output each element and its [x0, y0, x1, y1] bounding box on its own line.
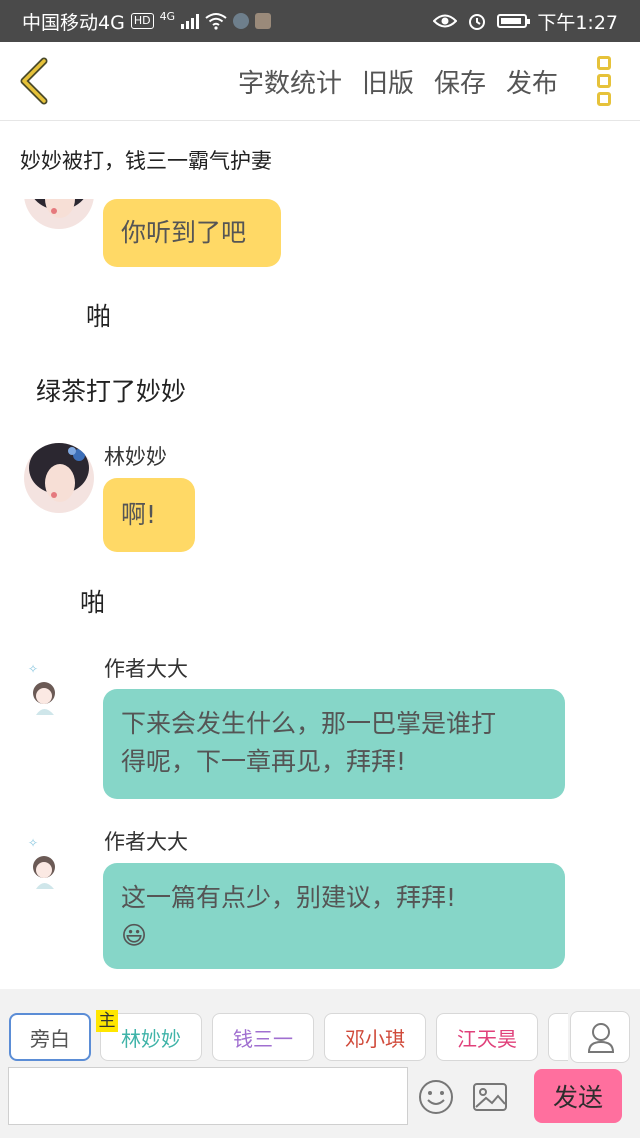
narration-text[interactable]: 啪: [80, 583, 105, 619]
battery-icon: [497, 14, 531, 28]
smile-emoji-icon: 😃: [121, 921, 148, 950]
signal-icon: [181, 13, 200, 29]
send-button[interactable]: 发送: [534, 1069, 622, 1123]
composer-toolbar: 旁白 林妙妙 主 钱三一 邓小琪 江天昊 发送: [0, 989, 640, 1138]
book-notification-icon: [255, 13, 272, 29]
hd-badge: HD: [130, 13, 154, 29]
more-menu-icon[interactable]: [594, 56, 616, 106]
narration-text[interactable]: 啪: [86, 297, 111, 333]
speaker-name: 林妙妙: [104, 445, 167, 469]
message-bubble[interactable]: 啊!: [103, 478, 195, 552]
back-arrow-icon[interactable]: [14, 56, 54, 106]
speaker-name: 作者大大: [104, 830, 188, 854]
carrier-label: 中国移动4G: [22, 11, 125, 34]
emoji-icon[interactable]: [416, 1077, 456, 1117]
person-icon: [587, 1023, 615, 1053]
role-narrator-button[interactable]: 旁白: [9, 1013, 91, 1061]
svg-text:✧: ✧: [28, 662, 38, 676]
chapter-title[interactable]: 妙妙被打，钱三一霸气护妻: [20, 145, 272, 175]
avatar-linmiaomiao[interactable]: [24, 199, 94, 229]
narration-text[interactable]: 绿茶打了妙妙: [36, 372, 186, 408]
role-button-more[interactable]: [548, 1013, 568, 1061]
manage-roles-button[interactable]: [570, 1011, 630, 1063]
network-type: 4G: [159, 10, 176, 23]
avatar-author[interactable]: ✧: [24, 657, 94, 727]
role-button-dengxiaoqi[interactable]: 邓小琪: [324, 1013, 426, 1061]
svg-text:✧: ✧: [28, 836, 38, 850]
message-line: 这一篇有点少，别建议，拜拜!: [121, 883, 457, 912]
status-time: 下午1:27: [537, 11, 618, 34]
old-version-button[interactable]: 旧版: [362, 63, 414, 100]
status-bar: 中国移动4G HD 4G 下午1:27: [0, 0, 640, 42]
save-button[interactable]: 保存: [434, 63, 486, 100]
chat-content[interactable]: 你听到了吧 啪 绿茶打了妙妙 林妙妙 啊! 啪 ✧ 作者大大 下来会发生什么，那…: [0, 199, 640, 989]
chapter-title-bar[interactable]: 妙妙被打，钱三一霸气护妻: [0, 121, 640, 200]
top-nav-bar: 字数统计 旧版 保存 发布: [0, 42, 640, 121]
speaker-name: 作者大大: [104, 657, 188, 681]
message-input[interactable]: [8, 1067, 408, 1125]
app-notification-icon: [233, 13, 250, 29]
role-button-qiansanyi[interactable]: 钱三一: [212, 1013, 314, 1061]
wifi-icon: [205, 13, 227, 30]
word-count-button[interactable]: 字数统计: [238, 63, 342, 100]
avatar-author[interactable]: ✧: [24, 831, 94, 901]
image-icon[interactable]: [470, 1077, 510, 1117]
avatar-linmiaomiao[interactable]: [24, 443, 94, 513]
publish-button[interactable]: 发布: [506, 63, 558, 100]
message-line: 得呢，下一章再见，拜拜!: [121, 747, 407, 776]
alarm-icon: [469, 14, 486, 30]
role-button-jiangtianhao[interactable]: 江天昊: [436, 1013, 538, 1061]
message-bubble[interactable]: 下来会发生什么，那一巴掌是谁打 得呢，下一章再见，拜拜!: [103, 689, 565, 799]
message-bubble[interactable]: 这一篇有点少，别建议，拜拜! 😃: [103, 863, 565, 969]
message-line: 下来会发生什么，那一巴掌是谁打: [121, 709, 497, 738]
main-role-tag: 主: [96, 1010, 118, 1032]
eye-icon: [433, 14, 458, 28]
message-bubble[interactable]: 你听到了吧: [103, 199, 281, 267]
